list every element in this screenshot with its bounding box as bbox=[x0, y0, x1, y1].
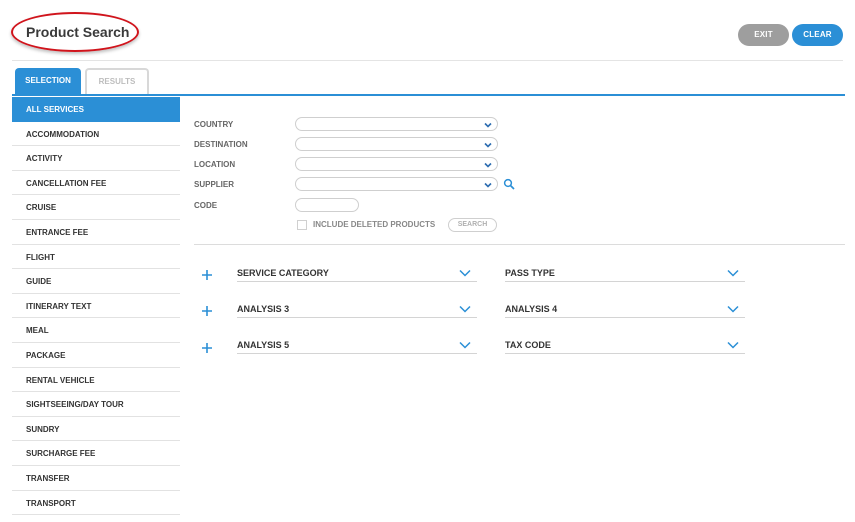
tab-selection[interactable]: SELECTION bbox=[15, 68, 81, 94]
chevron-down-icon bbox=[727, 269, 739, 277]
location-select[interactable] bbox=[295, 157, 498, 171]
tab-results[interactable]: RESULTS bbox=[85, 68, 149, 94]
supplier-select[interactable] bbox=[295, 177, 498, 191]
chevron-down-icon bbox=[459, 305, 471, 313]
analysis-4-dropdown[interactable]: ANALYSIS 4 bbox=[505, 304, 745, 318]
code-input[interactable] bbox=[295, 198, 359, 212]
chevron-down-icon bbox=[484, 142, 492, 148]
tax-code-dropdown[interactable]: TAX CODE bbox=[505, 340, 745, 354]
tax-code-label: TAX CODE bbox=[505, 340, 551, 350]
search-button[interactable]: SEARCH bbox=[448, 218, 497, 232]
chevron-down-icon bbox=[484, 182, 492, 188]
header-divider bbox=[12, 60, 843, 61]
sidebar-item-transport[interactable]: TRANSPORT bbox=[12, 491, 180, 516]
pass-type-dropdown[interactable]: PASS TYPE bbox=[505, 268, 745, 282]
sidebar-item-itinerary-text[interactable]: ITINERARY TEXT bbox=[12, 294, 180, 319]
sidebar-item-accommodation[interactable]: ACCOMMODATION bbox=[12, 122, 180, 147]
chevron-down-icon bbox=[459, 269, 471, 277]
sidebar-item-meal[interactable]: MEAL bbox=[12, 318, 180, 343]
supplier-label: SUPPLIER bbox=[194, 180, 235, 189]
include-deleted-checkbox[interactable] bbox=[297, 220, 307, 230]
sidebar-item-sundry[interactable]: SUNDRY bbox=[12, 417, 180, 442]
sidebar-item-package[interactable]: PACKAGE bbox=[12, 343, 180, 368]
sidebar-item-flight[interactable]: FLIGHT bbox=[12, 245, 180, 270]
include-deleted-label: INCLUDE DELETED PRODUCTS bbox=[313, 220, 436, 229]
sidebar-item-all-services[interactable]: ALL SERVICES bbox=[12, 97, 180, 122]
service-category-dropdown[interactable]: SERVICE CATEGORY bbox=[237, 268, 477, 282]
chevron-down-icon bbox=[484, 162, 492, 168]
service-category-label: SERVICE CATEGORY bbox=[237, 268, 329, 278]
page-title: Product Search bbox=[26, 24, 130, 40]
sidebar-item-sightseeing-day-tour[interactable]: SIGHTSEEING/DAY TOUR bbox=[12, 392, 180, 417]
exit-button[interactable]: EXIT bbox=[738, 24, 789, 46]
analysis-3-label: ANALYSIS 3 bbox=[237, 304, 290, 314]
chevron-down-icon bbox=[727, 305, 739, 313]
sidebar-item-activity[interactable]: ACTIVITY bbox=[12, 146, 180, 171]
country-select[interactable] bbox=[295, 117, 498, 131]
sidebar-item-guide[interactable]: GUIDE bbox=[12, 269, 180, 294]
analysis-3-dropdown[interactable]: ANALYSIS 3 bbox=[237, 304, 477, 318]
sidebar-item-cancellation-fee[interactable]: CANCELLATION FEE bbox=[12, 171, 180, 196]
chevron-down-icon bbox=[484, 122, 492, 128]
sidebar-item-entrance-fee[interactable]: ENTRANCE FEE bbox=[12, 220, 180, 245]
sidebar-item-rental-vehicle[interactable]: RENTAL VEHICLE bbox=[12, 368, 180, 393]
country-label: COUNTRY bbox=[194, 120, 234, 129]
location-label: LOCATION bbox=[194, 160, 236, 169]
plus-icon[interactable] bbox=[201, 342, 213, 354]
analysis-5-label: ANALYSIS 5 bbox=[237, 340, 290, 350]
sidebar-item-transfer[interactable]: TRANSFER bbox=[12, 466, 180, 491]
analysis-5-dropdown[interactable]: ANALYSIS 5 bbox=[237, 340, 477, 354]
clear-button[interactable]: CLEAR bbox=[792, 24, 843, 46]
section-divider bbox=[194, 244, 845, 245]
destination-label: DESTINATION bbox=[194, 140, 248, 149]
chevron-down-icon bbox=[459, 341, 471, 349]
plus-icon[interactable] bbox=[201, 305, 213, 317]
page-title-area: Product Search bbox=[11, 12, 139, 54]
plus-icon[interactable] bbox=[201, 269, 213, 281]
chevron-down-icon bbox=[727, 341, 739, 349]
code-label: CODE bbox=[194, 201, 218, 210]
sidebar-item-cruise[interactable]: CRUISE bbox=[12, 195, 180, 220]
tab-underline bbox=[12, 94, 845, 96]
service-type-sidebar: ALL SERVICES ACCOMMODATION ACTIVITY CANC… bbox=[12, 97, 180, 516]
analysis-4-label: ANALYSIS 4 bbox=[505, 304, 558, 314]
sidebar-item-surcharge-fee[interactable]: SURCHARGE FEE bbox=[12, 441, 180, 466]
destination-select[interactable] bbox=[295, 137, 498, 151]
search-icon[interactable] bbox=[503, 178, 515, 190]
pass-type-label: PASS TYPE bbox=[505, 268, 555, 278]
